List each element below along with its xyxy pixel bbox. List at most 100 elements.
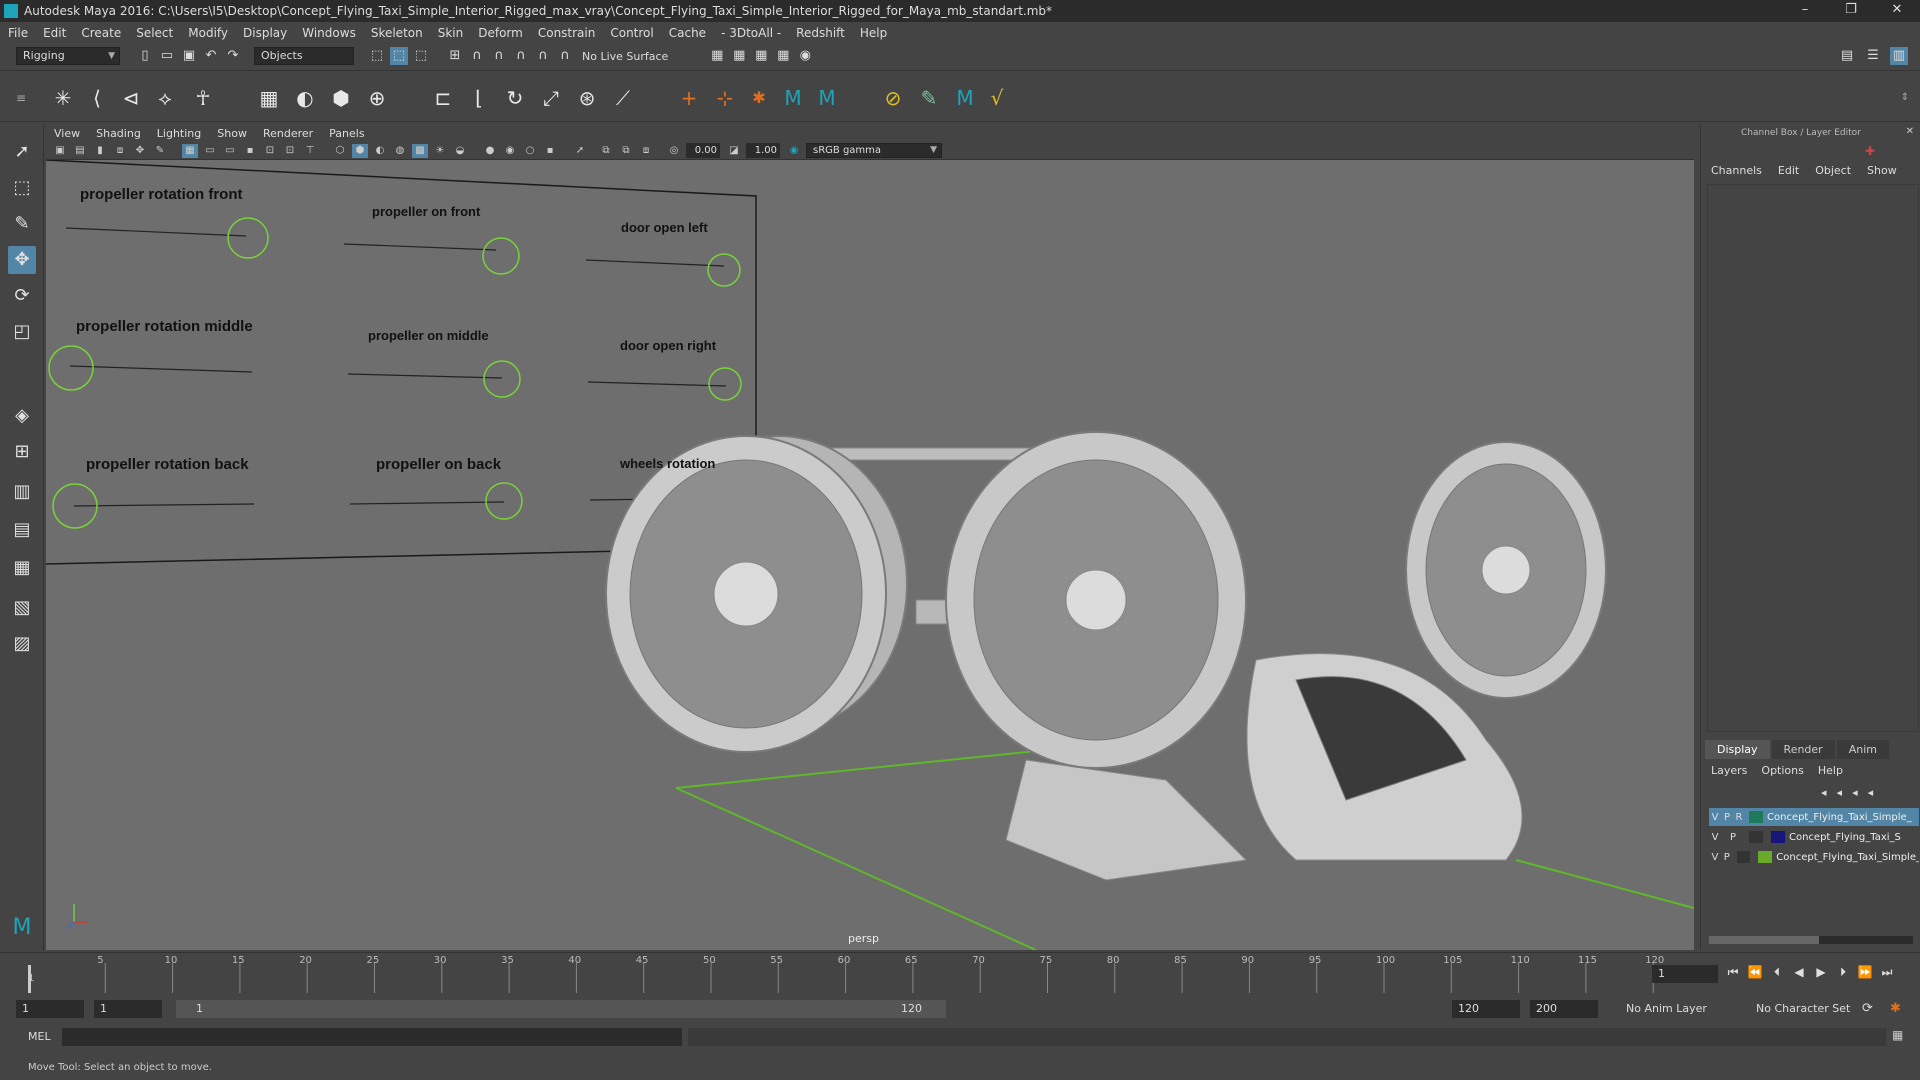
shadows-icon[interactable]: ◒ (452, 144, 468, 158)
gamma-field[interactable]: 1.00 (746, 143, 780, 158)
film-gate-icon[interactable]: ▭ (202, 144, 218, 158)
control-circle[interactable] (707, 253, 741, 287)
safe-action-icon[interactable]: ⊡ (282, 144, 298, 158)
perspective-viewport[interactable]: propeller rotation front propeller on fr… (46, 160, 1694, 950)
le-menu-layers[interactable]: Layers (1711, 764, 1747, 777)
menu-deform[interactable]: Deform (478, 26, 523, 40)
control-circle[interactable] (227, 217, 269, 259)
snap-point-icon[interactable]: ∩ (490, 47, 508, 65)
anim-prefs-icon[interactable]: ✱ (1890, 1001, 1901, 1016)
layer-color-swatch[interactable] (1749, 811, 1763, 823)
make-live-icon[interactable]: ∩ (556, 47, 574, 65)
play-backward-icon[interactable]: ◀ (1788, 965, 1810, 980)
panel-menu-show[interactable]: Show (217, 127, 247, 140)
step-forward-key-icon[interactable]: ⏩ (1854, 965, 1876, 980)
maximize-button[interactable]: ❐ (1828, 0, 1874, 22)
layer-color-swatch[interactable] (1771, 831, 1785, 843)
play-forward-icon[interactable]: ▶ (1810, 965, 1832, 980)
panel-menu-view[interactable]: View (54, 127, 80, 140)
layer-visibility[interactable]: V (1709, 812, 1721, 823)
point-constraint-icon[interactable]: ⌊ (466, 85, 492, 111)
scale-constraint-icon[interactable]: ⤢ (538, 85, 564, 111)
menu-redshift[interactable]: Redshift (796, 26, 845, 40)
screen-ao-icon[interactable]: ● (482, 144, 498, 158)
snap-curve-icon[interactable]: ∩ (468, 47, 486, 65)
cb-menu-edit[interactable]: Edit (1778, 164, 1799, 177)
graph-layout-icon[interactable]: ▦ (8, 554, 36, 582)
panel-menu-shading[interactable]: Shading (96, 127, 141, 140)
smooth-bind-icon[interactable]: ▦ (256, 85, 282, 111)
snap-surface-icon[interactable]: ∩ (534, 47, 552, 65)
playback-start-field[interactable]: 1 (94, 1000, 162, 1018)
humanik-icon[interactable]: ☥ (190, 85, 216, 111)
select-object-icon[interactable]: ⬚ (390, 47, 408, 65)
flying-taxi-model[interactable] (605, 431, 1607, 881)
go-to-end-icon[interactable]: ⏭ (1876, 965, 1898, 980)
menu-3dtoall[interactable]: - 3DtoAll - (721, 26, 781, 40)
end-time-field[interactable]: 200 (1530, 1000, 1598, 1018)
snap-grid-icon[interactable]: ⊞ (446, 47, 464, 65)
tab-display[interactable]: Display (1705, 740, 1770, 759)
orient-constraint-icon[interactable]: ↻ (502, 85, 528, 111)
channel-box-tool-icon[interactable]: ✚ (1865, 144, 1875, 158)
render-frame-icon[interactable]: ▦ (730, 47, 748, 65)
menu-file[interactable]: File (8, 26, 28, 40)
default-material-icon[interactable]: ◐ (372, 144, 388, 158)
field-chart-icon[interactable]: ⊡ (262, 144, 278, 158)
layer-row[interactable]: V P Concept_Flying_Taxi_Simple_ (1709, 848, 1919, 866)
minimize-button[interactable]: – (1782, 0, 1828, 22)
paint-select-icon[interactable]: ✎ (8, 210, 36, 238)
camera-attr-icon[interactable]: ▤ (72, 144, 88, 158)
menu-display[interactable]: Display (243, 26, 287, 40)
menu-skeleton[interactable]: Skeleton (371, 26, 423, 40)
menu-create[interactable]: Create (81, 26, 121, 40)
outliner-layout-icon[interactable]: ▤ (8, 516, 36, 544)
time-slider[interactable]: 5 10 15 20 25 30 35 40 45 50 55 60 65 70 75 80 85 90 95 100… (0, 952, 1920, 996)
panel-menu-lighting[interactable]: Lighting (157, 127, 201, 140)
lasso-tool-icon[interactable]: ⬚ (8, 174, 36, 202)
snap-view-icon[interactable]: ∩ (512, 47, 530, 65)
blendshape-icon[interactable]: ⊘ (880, 85, 906, 111)
undo-icon[interactable]: ↶ (202, 47, 220, 65)
paint-weights-icon[interactable]: ◐ (292, 85, 318, 111)
command-input[interactable] (62, 1028, 682, 1046)
move-layer-down-icon[interactable]: ◂ (1837, 786, 1843, 799)
playback-end-field[interactable]: 120 (1452, 1000, 1520, 1018)
rotate-tool-icon[interactable]: ⟳ (8, 282, 36, 310)
image-plane-icon[interactable]: ⧈ (112, 144, 128, 158)
layer-scrollbar[interactable] (1709, 936, 1913, 944)
scale-tool-icon[interactable]: ◰ (8, 318, 36, 346)
safe-title-icon[interactable]: ⊤ (302, 144, 318, 158)
channel-box-area[interactable] (1707, 184, 1919, 732)
layer-color-swatch[interactable] (1758, 851, 1773, 863)
menu-constrain[interactable]: Constrain (538, 26, 596, 40)
cb-menu-show[interactable]: Show (1867, 164, 1897, 177)
cluster-icon[interactable]: ⊕ (364, 85, 390, 111)
move-tool-icon[interactable]: ✥ (8, 246, 36, 274)
cluster-handle-icon[interactable]: ✱ (746, 85, 772, 111)
save-scene-icon[interactable]: ▣ (180, 47, 198, 65)
maya-script-icon[interactable]: M (780, 85, 806, 111)
tab-render[interactable]: Render (1771, 740, 1835, 759)
menu-cache[interactable]: Cache (669, 26, 706, 40)
select-tool-icon[interactable]: ➚ (8, 138, 36, 166)
menu-skin[interactable]: Skin (438, 26, 464, 40)
start-time-field[interactable]: 1 (16, 1000, 84, 1018)
attribute-editor-icon[interactable]: ☰ (1864, 47, 1882, 65)
new-scene-icon[interactable]: ▯ (136, 47, 154, 65)
locator-icon[interactable]: + (676, 85, 702, 111)
orient-joint-icon[interactable]: ⟡ (152, 85, 178, 111)
smooth-shade-icon[interactable]: ⬢ (352, 143, 368, 158)
textured-icon[interactable]: ▩ (412, 143, 428, 158)
gate-mask-icon[interactable]: ▪ (242, 144, 258, 158)
ik-handle-icon[interactable]: ⟨ (84, 85, 110, 111)
character-set-dropdown[interactable]: No Character Set (1750, 1000, 1860, 1018)
exposure-icon[interactable]: ◎ (666, 144, 682, 158)
use-all-lights-icon[interactable]: ☀ (432, 144, 448, 158)
tab-anim[interactable]: Anim (1836, 740, 1889, 759)
auto-key-icon[interactable]: ⟳ (1862, 1001, 1873, 1016)
xray-icon[interactable]: ⧉ (598, 144, 614, 158)
control-circle[interactable] (485, 482, 523, 520)
panel-menu-renderer[interactable]: Renderer (263, 127, 313, 140)
layer-reference[interactable]: R (1733, 812, 1745, 823)
